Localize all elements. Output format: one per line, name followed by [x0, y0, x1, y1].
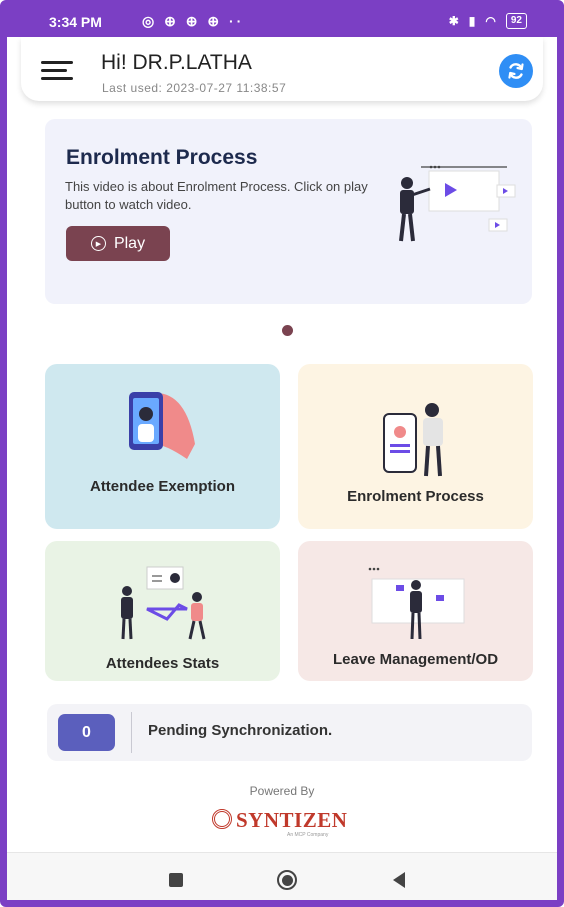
stats-illustration: [121, 566, 206, 640]
status-time: 3:34 PM: [49, 14, 102, 30]
bluetooth-icon: ✱: [448, 14, 459, 28]
pending-sync-label: Pending Synchronization.: [148, 722, 333, 739]
banner-description: This video is about Enrolment Process. C…: [65, 179, 368, 212]
banner-title: Enrolment Process: [66, 146, 258, 169]
pending-sync-bar[interactable]: 0 Pending Synchronization.: [47, 704, 532, 761]
play-icon: ▶: [90, 236, 106, 251]
refresh-icon: [508, 63, 524, 79]
system-nav-bar: [7, 852, 557, 900]
app-frame: 3:34 PM ◎ ⊕ ⊕ ⊕ ·· ✱ ▮ ◠ 92 Hi! DR.P.LAT…: [0, 0, 564, 907]
brand-subtitle: An MCP Company: [287, 832, 329, 838]
carousel-dot[interactable]: [282, 325, 293, 336]
brand-name: SYNTIZEN: [236, 808, 348, 832]
play-button[interactable]: ▶ Play: [66, 226, 170, 261]
powered-by-text: Powered By: [249, 784, 315, 798]
refresh-button[interactable]: [499, 54, 533, 88]
home-icon[interactable]: [277, 870, 297, 890]
tile-label: Attendee Exemption: [89, 478, 236, 495]
video-banner: Enrolment Process This video is about En…: [45, 119, 532, 304]
tile-label: Leave Management/OD: [332, 651, 499, 668]
tile-label: Enrolment Process: [347, 488, 484, 505]
tile-leave-management[interactable]: Leave Management/OD: [298, 541, 533, 681]
calendar-person-illustration: [368, 567, 465, 640]
pending-count-badge: 0: [58, 714, 115, 751]
phone-hand-illustration: [129, 392, 195, 459]
wifi-icon: ◠: [485, 14, 496, 28]
signal-icon: ▮: [468, 14, 476, 28]
divider: [131, 712, 132, 753]
tile-enrolment-process[interactable]: Enrolment Process: [298, 364, 533, 529]
tile-attendees-stats[interactable]: Attendees Stats: [45, 541, 280, 681]
syntizen-logo: SYNTIZEN An MCP Company: [212, 805, 367, 839]
battery-icon: 92: [505, 13, 527, 29]
tile-label: Attendees Stats: [105, 655, 220, 672]
tile-attendee-exemption[interactable]: Attendee Exemption: [45, 364, 280, 529]
last-used-text: Last used: 2023-07-27 11:38:57: [102, 81, 287, 95]
hamburger-menu-icon[interactable]: [41, 61, 73, 81]
fingerprint-icon: [212, 809, 232, 829]
video-illustration: [399, 165, 516, 242]
status-right: ✱ ▮ ◠ 92: [449, 13, 527, 29]
recents-icon[interactable]: [169, 873, 183, 887]
app-header: Hi! DR.P.LATHA Last used: 2023-07-27 11:…: [21, 37, 543, 101]
greeting-text: Hi! DR.P.LATHA: [101, 51, 252, 74]
notification-icons: ◎ ⊕ ⊕ ⊕ ··: [142, 13, 245, 29]
status-bar: 3:34 PM ◎ ⊕ ⊕ ⊕ ·· ✱ ▮ ◠ 92: [7, 7, 557, 37]
phone-person-illustration: [383, 403, 443, 477]
play-label: Play: [113, 234, 146, 252]
back-icon[interactable]: [393, 872, 405, 888]
